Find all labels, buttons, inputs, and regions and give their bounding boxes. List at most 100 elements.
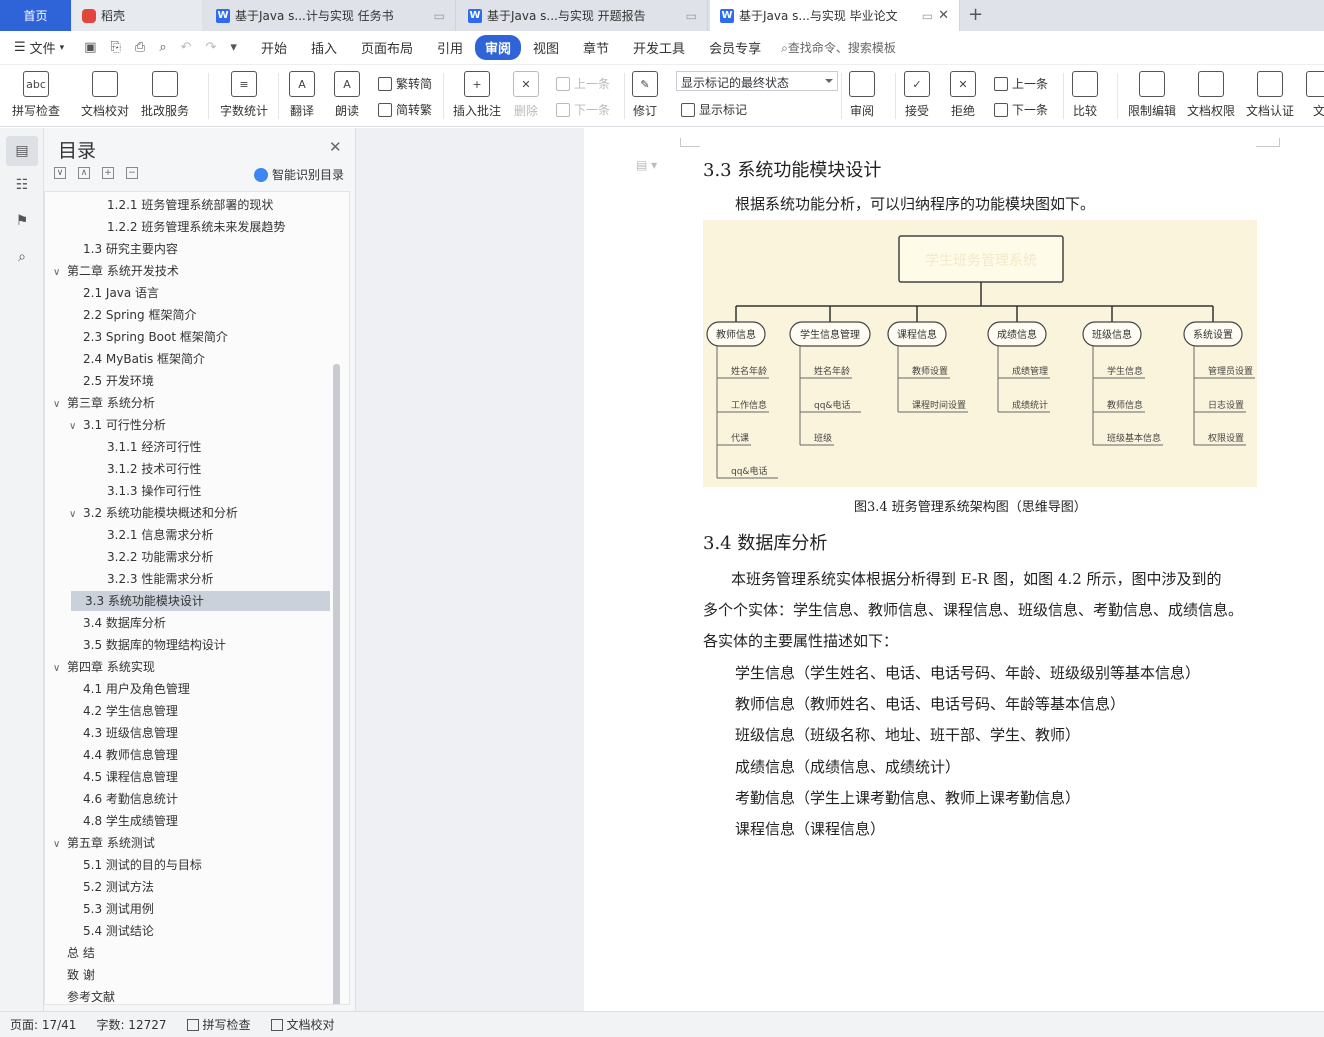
chevron-down-icon[interactable]: ∨ [53,659,67,679]
chevron-down-icon[interactable]: ∨ [53,395,67,415]
tab-close-icon[interactable]: ✕ [938,8,949,23]
track-state-select[interactable]: 显示标记的最终状态 [676,71,838,91]
command-search[interactable]: ⌕查找命令、搜索模板 [781,39,896,56]
read-aloud-button[interactable]: A 朗读 [334,71,360,119]
menu-review[interactable]: 审阅 [475,35,522,60]
print-preview-icon[interactable]: ⌕ [159,40,166,55]
accept-button[interactable]: ✓ 接受 [904,71,930,119]
menu-view[interactable]: 视图 [521,38,571,57]
toc-item[interactable]: 4.8 学生成绩管理 [69,811,178,831]
status-proof[interactable]: 文档校对 [261,1016,345,1033]
toc-item[interactable]: 2.4 MyBatis 框架简介 [69,349,205,369]
bookmark-icon[interactable]: ⚑ [13,212,31,230]
chevron-down-icon[interactable]: ∨ [69,505,83,525]
chevron-down-icon[interactable]: ∨ [69,417,83,437]
tab-pin-icon[interactable]: ▭ [686,9,697,23]
tab-pin-icon[interactable]: ▭ [922,9,933,23]
compare-button[interactable]: 比较 [1072,71,1098,119]
menu-member[interactable]: 会员专享 [697,38,773,57]
file-menu[interactable]: ☰ 文件 ▾ [0,38,72,57]
save-icon[interactable]: ▣ [84,40,96,55]
expand-all-icon[interactable]: ∨ [54,167,66,179]
toc-item[interactable]: ∨ 第二章 系统开发技术 [53,261,179,281]
toc-item[interactable]: 5.3 测试用例 [69,899,154,919]
toc-item[interactable]: 4.2 学生信息管理 [69,701,178,721]
customize-icon[interactable]: ▾ [230,40,237,55]
prev-comment-button[interactable]: 上一条 [556,75,610,92]
tab-doc-thesis[interactable]: W 基于Java s...与实现 毕业论文 ▭ ✕ [710,0,960,31]
toc-item[interactable]: 4.4 教师信息管理 [69,745,178,765]
toc-item[interactable]: 5.4 测试结论 [69,921,154,941]
redo-icon[interactable]: ↷ [206,40,217,55]
next-comment-button[interactable]: 下一条 [556,101,610,118]
remove-heading-icon[interactable]: − [126,167,138,179]
toc-item[interactable]: 3.3 系统功能模块设计 [71,591,330,611]
toc-item[interactable]: 3.2.2 功能需求分析 [93,547,213,567]
toc-item[interactable]: 3.1.3 操作可行性 [93,481,201,501]
toc-item[interactable]: 4.3 班级信息管理 [69,723,178,743]
status-spellcheck[interactable]: 拼写检查 [177,1016,261,1033]
menu-insert[interactable]: 插入 [299,38,349,57]
collapse-all-icon[interactable]: ∧ [78,167,90,179]
translate-button[interactable]: A 翻译 [289,71,315,119]
tab-doc-proposal[interactable]: W 基于Java s...与实现 开题报告 ▭ [458,0,708,31]
toc-item[interactable]: 1.3 研究主要内容 [69,239,178,259]
next-change-button[interactable]: 下一条 [994,101,1048,118]
toc-item[interactable]: 致 谢 [53,965,95,985]
toc-item[interactable]: ∨ 第五章 系统测试 [53,833,155,853]
toc-item[interactable]: 5.1 测试的目的与目标 [69,855,202,875]
export-icon[interactable]: ⎘ [111,40,121,55]
toc-item[interactable]: 2.5 开发环境 [69,371,154,391]
toc-item[interactable]: 3.4 数据库分析 [69,613,166,633]
reject-button[interactable]: ✕ 拒绝 [950,71,976,119]
close-icon[interactable]: ✕ [329,138,342,156]
document-page[interactable]: ▤ ▾ 3.3 系统功能模块设计 根据系统功能分析，可以归纳程序的功能模块图如下… [584,128,1324,1011]
page-indicator[interactable]: 页面: 17/41 [0,1016,86,1033]
toc-item[interactable]: 2.1 Java 语言 [69,283,159,303]
tab-pin-icon[interactable]: ▭ [434,9,445,23]
search-icon[interactable]: ⌕ [13,248,31,266]
toc-item[interactable]: 3.1.1 经济可行性 [93,437,201,457]
toc-item[interactable]: 5.2 测试方法 [69,877,154,897]
toc-item[interactable]: ∨ 3.2 系统功能模块概述和分析 [69,503,238,523]
insert-comment-button[interactable]: + 插入批注 [453,71,501,119]
paragraph-icon[interactable]: ▤ ▾ [636,158,657,172]
toc-item[interactable]: 3.2.3 性能需求分析 [93,569,213,589]
toc-item[interactable]: 3.1.2 技术可行性 [93,459,201,479]
menu-section[interactable]: 章节 [571,38,621,57]
smart-toc-button[interactable]: 智能识别目录 [254,166,344,183]
tab-daoke[interactable]: 稻壳 [72,0,202,31]
add-heading-icon[interactable]: + [102,167,114,179]
toc-item[interactable]: 2.3 Spring Boot 框架简介 [69,327,228,347]
toc-item[interactable]: ∨ 第三章 系统分析 [53,393,155,413]
toc-item[interactable]: 4.6 考勤信息统计 [69,789,178,809]
trad-to-simp-button[interactable]: 繁转简 [378,75,432,92]
spellcheck-button[interactable]: abc 拼写检查 [12,71,60,119]
nav-pane-icon[interactable]: ☷ [13,176,31,194]
doc-rights-button[interactable]: 文档权限 [1187,71,1235,119]
menu-developer[interactable]: 开发工具 [621,38,697,57]
new-tab-button[interactable]: + [968,4,983,25]
toc-item[interactable]: ∨ 第四章 系统实现 [53,657,155,677]
toc-scrollbar[interactable] [333,364,340,1004]
doc-proof-button[interactable]: 文档校对 [81,71,129,119]
toc-item[interactable]: 3.2.1 信息需求分析 [93,525,213,545]
toc-item[interactable]: 3.5 数据库的物理结构设计 [69,635,226,655]
more-ribbon-button[interactable]: 文 [1306,71,1324,119]
prev-change-button[interactable]: 上一条 [994,75,1048,92]
toc-item[interactable]: 2.2 Spring 框架简介 [69,305,196,325]
print-icon[interactable]: ⎙ [135,40,145,55]
simp-to-trad-button[interactable]: 简转繁 [378,101,432,118]
toc-item[interactable]: 4.1 用户及角色管理 [69,679,190,699]
chevron-down-icon[interactable]: ∨ [53,263,67,283]
toc-item[interactable]: 4.5 课程信息管理 [69,767,178,787]
tab-home[interactable]: 首页 [0,0,71,31]
chevron-down-icon[interactable]: ∨ [53,835,67,855]
word-count[interactable]: 字数: 12727 [86,1016,176,1033]
doc-cert-button[interactable]: 文档认证 [1246,71,1294,119]
delete-comment-button[interactable]: ✕ 删除 [513,71,539,119]
menu-layout[interactable]: 页面布局 [349,38,425,57]
menu-reference[interactable]: 引用 [425,38,475,57]
restrict-edit-button[interactable]: 限制编辑 [1128,71,1176,119]
show-marks-button[interactable]: 显示标记 [681,101,747,118]
